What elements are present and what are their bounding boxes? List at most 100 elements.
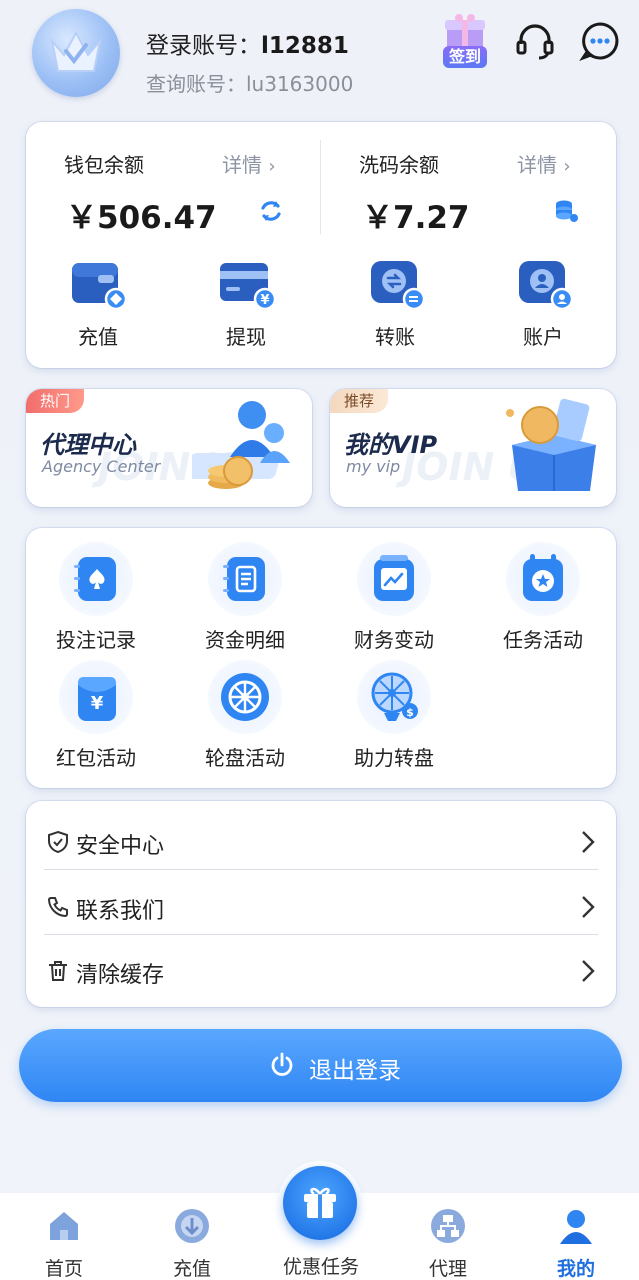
- agency-center-title: 代理中心: [40, 431, 136, 459]
- finance-changes-label: 财务变动: [354, 628, 434, 652]
- red-envelope-icon: ¥: [59, 660, 133, 734]
- recommend-tag: 推荐: [330, 389, 389, 413]
- crown-icon: [50, 30, 102, 72]
- agency-center-card[interactable]: 热门 JOIN US 代理中心 Agency Center: [26, 389, 312, 507]
- tab-mine-label: 我的: [556, 1258, 595, 1280]
- calendar-star-icon: [506, 542, 580, 616]
- roulette-button[interactable]: 轮盘活动: [185, 660, 305, 771]
- vip-box-icon: [506, 398, 596, 491]
- bet-records-button[interactable]: 投注记录: [36, 542, 156, 653]
- recharge-label: 充值: [78, 325, 118, 349]
- menu-item-security[interactable]: 安全中心: [44, 811, 598, 875]
- query-account-value: lu3163000: [246, 72, 354, 96]
- finance-changes-button[interactable]: 财务变动: [334, 542, 454, 653]
- agent-network-icon: [431, 1209, 465, 1243]
- avatar[interactable]: [32, 9, 120, 97]
- message-icon[interactable]: [579, 20, 621, 62]
- trash-icon: [49, 961, 67, 981]
- tab-home[interactable]: 首页: [14, 1193, 114, 1280]
- account-button[interactable]: 账户: [505, 259, 581, 349]
- rebate-detail-link[interactable]: 详情 ›: [517, 149, 571, 178]
- home-icon: [50, 1212, 78, 1240]
- assist-wheel-button[interactable]: $ 助力转盘: [334, 660, 454, 771]
- bet-records-icon: [59, 542, 133, 616]
- query-label: 查询账号：: [146, 72, 246, 96]
- tab-recharge-label: 充值: [172, 1258, 211, 1280]
- hot-tag: 热门: [26, 389, 85, 413]
- agency-illustration-icon: [192, 401, 290, 489]
- roulette-wheel-icon: [208, 660, 282, 734]
- phone-icon: [47, 897, 68, 918]
- roulette-label: 轮盘活动: [205, 746, 285, 770]
- fund-details-icon: [208, 542, 282, 616]
- tab-promo-tasks-label: 优惠任务: [282, 1256, 359, 1278]
- recharge-button[interactable]: 充值: [60, 259, 136, 349]
- user-icon: [560, 1210, 592, 1244]
- withdraw-button[interactable]: ¥ 提现: [208, 259, 284, 349]
- wallet-card: 钱包余额 详情 › ￥506.47 洗码余额 详情 › ￥7.27 充值 ¥ 提…: [26, 122, 616, 368]
- assist-wheel-label: 助力转盘: [354, 746, 434, 770]
- my-vip-subtitle: my vip: [346, 457, 401, 476]
- prize-wheel-icon: $: [357, 660, 431, 734]
- tab-recharge[interactable]: 充值: [142, 1193, 242, 1280]
- login-label: 登录账号：: [146, 33, 261, 59]
- my-vip-card[interactable]: 推荐 JOIN US 我的VIP my vip: [330, 389, 616, 507]
- gift-icon: [304, 1187, 336, 1218]
- red-envelope-button[interactable]: ¥ 红包活动: [36, 660, 156, 771]
- red-envelope-label: 红包活动: [56, 746, 136, 770]
- feature-grid-card: 投注记录 资金明细 财务变动 任务活动 ¥ 红包活动 轮盘活动 $ 助力转盘: [26, 528, 616, 788]
- wallet-balance-amount: ￥506.47: [66, 200, 217, 236]
- rebate-balance-label: 洗码余额: [359, 153, 439, 177]
- logout-button[interactable]: 退出登录: [19, 1029, 622, 1102]
- chevron-right-icon: [582, 831, 595, 853]
- checkin-label: 签到: [443, 46, 487, 68]
- tab-agent[interactable]: 代理: [398, 1193, 498, 1280]
- wallet-balance-label: 钱包余额: [64, 153, 144, 177]
- coins-stack-icon[interactable]: [553, 198, 579, 224]
- svg-text:¥: ¥: [260, 293, 269, 308]
- rebate-balance-amount: ￥7.27: [362, 200, 470, 236]
- agency-center-subtitle: Agency Center: [42, 457, 161, 476]
- svg-text:¥: ¥: [91, 693, 104, 714]
- clear-cache-label: 清除缓存: [76, 963, 165, 988]
- tab-home-label: 首页: [44, 1258, 83, 1280]
- transfer-button[interactable]: 转账: [357, 259, 433, 349]
- profile-header: 登录账号：l12881 查询账号：lu3163000 签到: [0, 0, 639, 112]
- rebate-detail-label: 详情: [517, 153, 557, 177]
- trend-chart-icon: [357, 542, 431, 616]
- login-account: 登录账号：l12881: [146, 26, 349, 60]
- my-vip-title: 我的VIP: [344, 431, 438, 459]
- checkin-button[interactable]: 签到: [437, 14, 493, 70]
- tab-mine[interactable]: 我的: [526, 1193, 626, 1280]
- query-account: 查询账号：lu3163000: [146, 68, 353, 97]
- withdraw-label: 提现: [226, 325, 266, 349]
- bet-records-label: 投注记录: [56, 628, 136, 652]
- fund-details-button[interactable]: 资金明细: [185, 542, 305, 653]
- transfer-label: 转账: [375, 325, 415, 349]
- fund-details-label: 资金明细: [205, 628, 285, 652]
- wallet-detail-link[interactable]: 详情 ›: [222, 149, 276, 178]
- headset-icon[interactable]: [514, 20, 556, 62]
- security-label: 安全中心: [76, 834, 165, 859]
- refresh-icon[interactable]: [258, 198, 284, 224]
- chevron-right-icon: [582, 960, 595, 982]
- power-icon: [271, 1052, 293, 1076]
- settings-menu: 安全中心 联系我们 清除缓存: [26, 801, 616, 1007]
- divider: [44, 934, 598, 935]
- chevron-right-icon: [582, 896, 595, 918]
- divider: [320, 140, 321, 234]
- menu-item-contact[interactable]: 联系我们: [44, 876, 598, 940]
- download-circle-icon: [175, 1209, 209, 1243]
- chevron-right-icon: ›: [268, 156, 276, 177]
- menu-item-clear-cache[interactable]: 清除缓存: [44, 940, 598, 1004]
- transfer-icon: [365, 259, 426, 311]
- divider: [44, 869, 598, 870]
- task-activity-button[interactable]: 任务活动: [483, 542, 603, 653]
- tab-promo-tasks[interactable]: [283, 1166, 357, 1240]
- chevron-right-icon: ›: [563, 156, 571, 177]
- card-icon: ¥: [216, 259, 277, 311]
- wallet-icon: [68, 259, 128, 311]
- login-account-value: l12881: [261, 33, 349, 59]
- tab-agent-label: 代理: [428, 1258, 467, 1280]
- account-label: 账户: [523, 325, 563, 349]
